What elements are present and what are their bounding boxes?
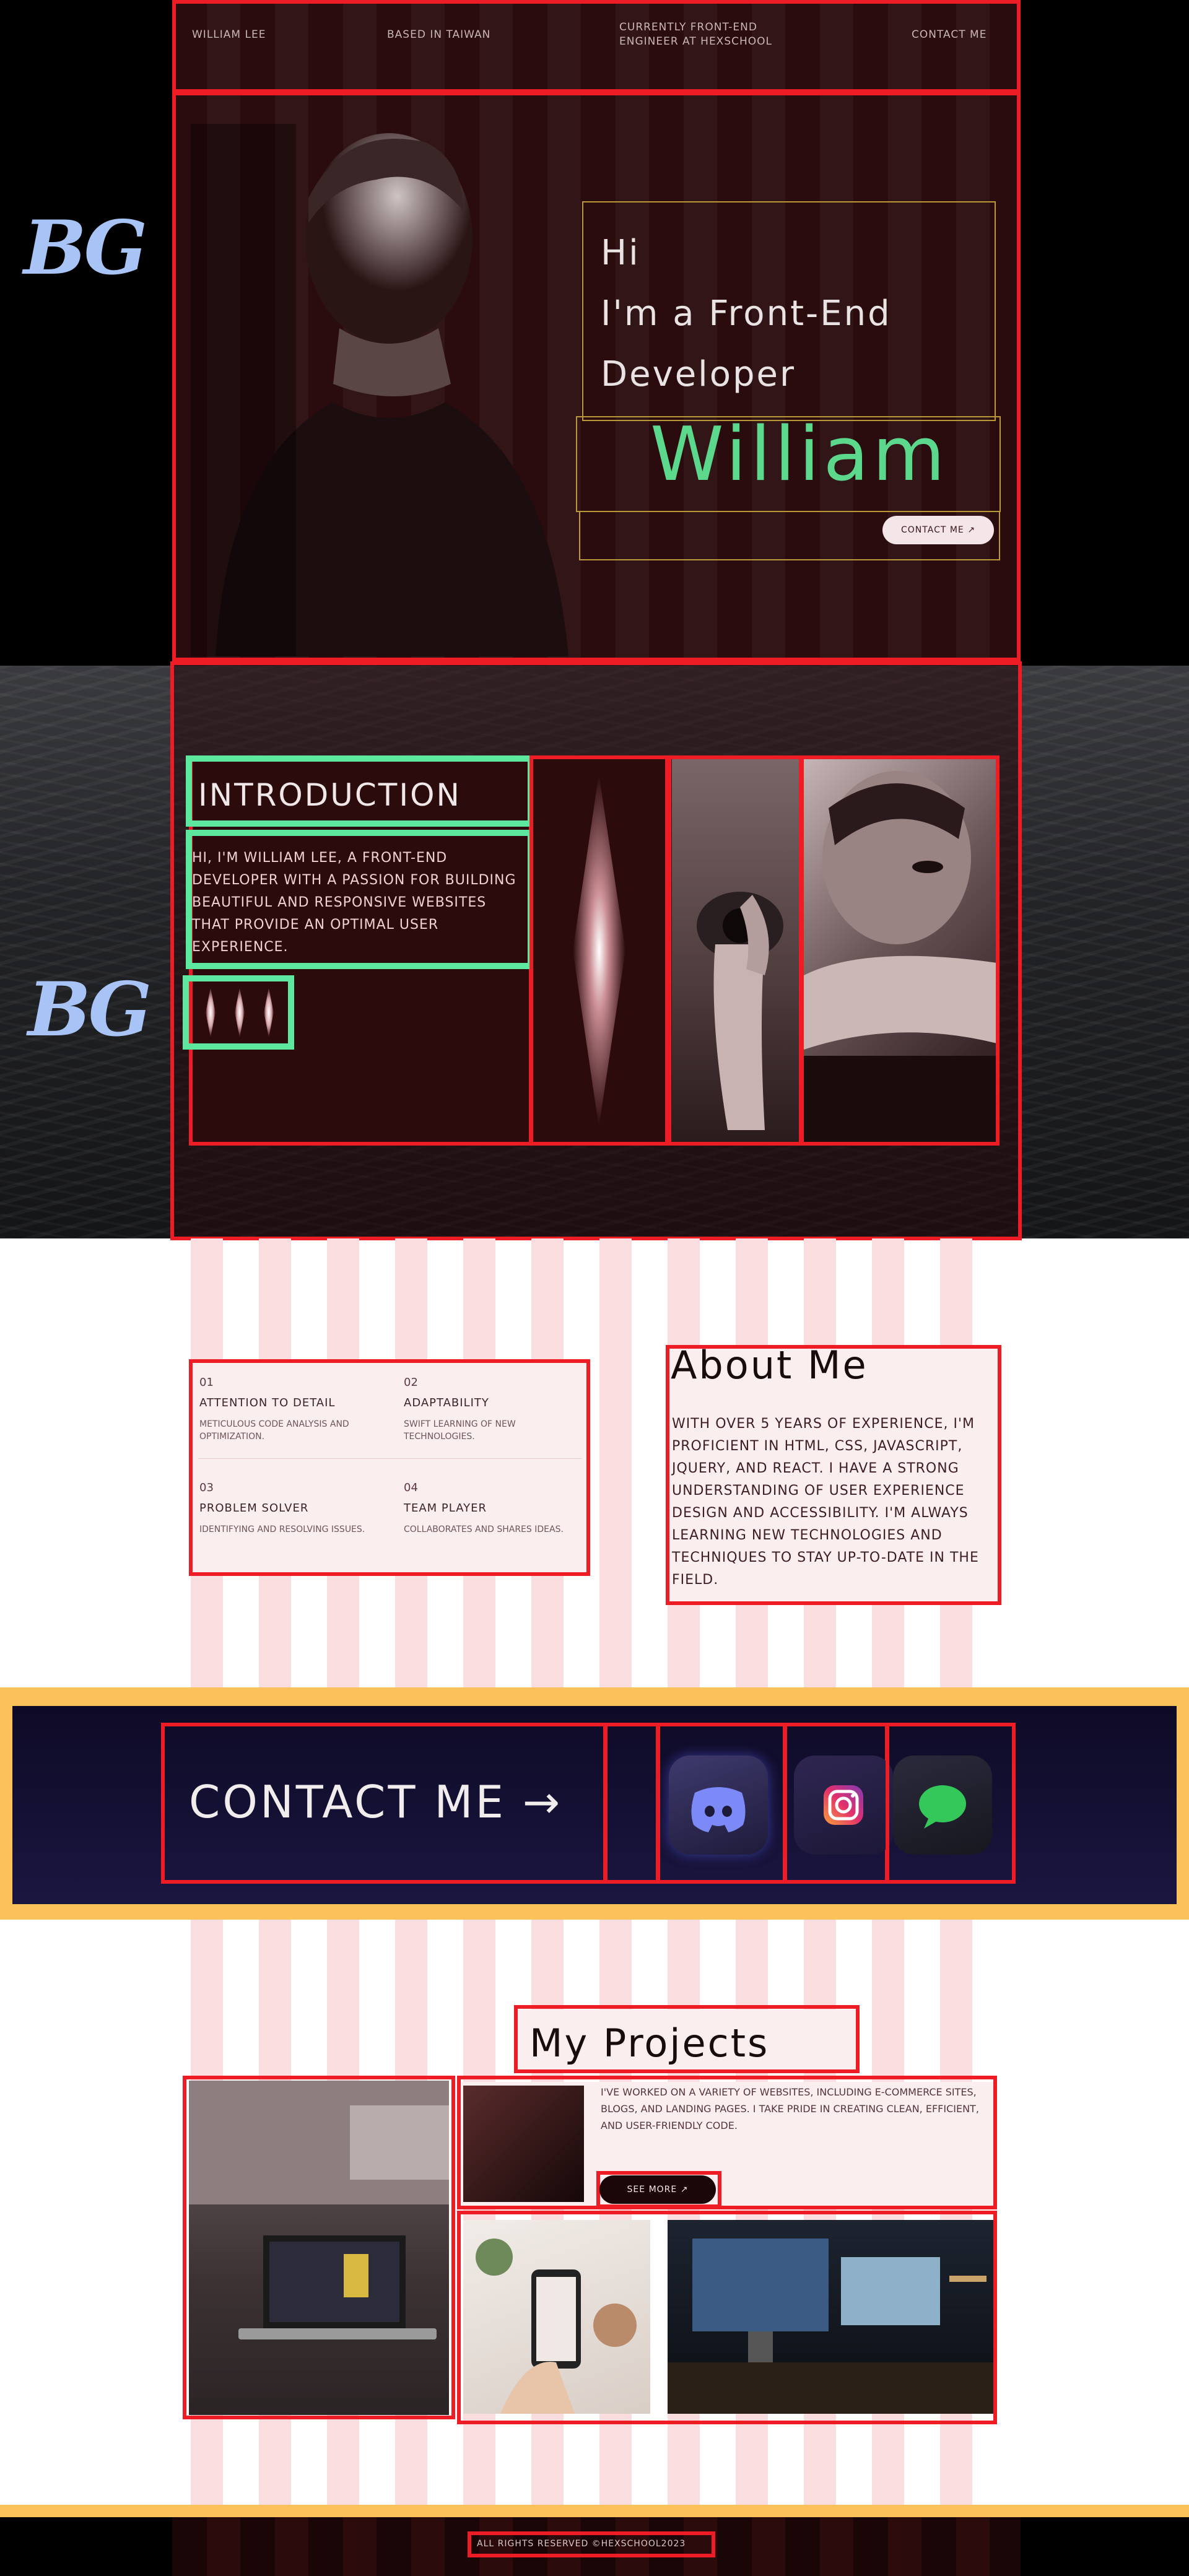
messages-button[interactable]: [893, 1756, 992, 1855]
annotation-camera-photo-box: [668, 755, 803, 1146]
trait-title: Team Player: [404, 1502, 487, 1515]
projects-title: My Projects: [529, 2021, 770, 2066]
trait-title: Adaptability: [404, 1396, 489, 1409]
hero-greeting-line3: Developer: [601, 354, 796, 394]
annotation-laptop-photo-box: [183, 2076, 455, 2419]
about-body: With over 5 years of experience, I'm pro…: [672, 1416, 979, 1588]
discord-icon: [691, 1787, 746, 1832]
annotation-bg-label-mid: BG: [28, 966, 152, 1053]
annotation-nav-box: [172, 0, 1021, 93]
trait-description: Collaborates and shares ideas.: [404, 1525, 564, 1534]
diamond-decoration-icon: [206, 988, 274, 1037]
hero-greeting: Hi I'm a Front-End Developer: [601, 223, 892, 405]
trait-description: Identifying and resolving issues.: [199, 1525, 365, 1534]
intro-body: Hi, I'm William Lee, a Front-End Develop…: [192, 850, 516, 955]
annotation-closeup-photo-box: [800, 755, 1000, 1146]
annotation-bg-label-top: BG: [24, 204, 147, 292]
nav-location: Based in Taiwan: [387, 28, 491, 41]
nav-contact-link[interactable]: Contact Me: [912, 28, 986, 42]
nav-role: Currently Front-End Engineer at Hexschoo…: [619, 21, 773, 48]
trait-description: Meticulous code analysis and optimizatio…: [199, 1419, 349, 1442]
discord-button[interactable]: [669, 1756, 768, 1855]
hero-greeting-line1: Hi: [601, 233, 640, 273]
trait-title: Attention to Detail: [199, 1396, 336, 1409]
annotation-traits-box: [189, 1359, 590, 1576]
trait-description: Swift learning of new technologies.: [404, 1419, 516, 1442]
traits-divider: [198, 1458, 582, 1459]
hero-greeting-line2: I'm a Front-End: [601, 294, 892, 334]
instagram-button[interactable]: [794, 1756, 893, 1855]
trait-title: Problem Solver: [199, 1502, 309, 1515]
annotation-project-summary-box: [457, 2076, 997, 2209]
annotation-project-gallery-box: [457, 2211, 997, 2424]
trait-number: 02: [404, 1376, 418, 1389]
instagram-icon: [824, 1785, 863, 1825]
nav-name[interactable]: William Lee: [192, 28, 266, 42]
hero-name: William: [650, 412, 949, 498]
about-title: About Me: [671, 1342, 868, 1388]
footer-copyright: All rights reserved ©HexSchool2023: [477, 2539, 686, 2549]
messages-icon: [919, 1785, 966, 1829]
trait-number: 04: [404, 1481, 418, 1494]
contact-me-heading[interactable]: CONTACT ME →: [189, 1776, 562, 1828]
trait-number: 03: [199, 1481, 214, 1494]
annotation-spacer-box: [604, 1723, 660, 1884]
annotation-diamond-panel-box: [529, 755, 669, 1146]
trait-number: 01: [199, 1376, 214, 1389]
intro-title: Introduction: [198, 777, 461, 813]
hero-contact-button[interactable]: Contact Me ↗: [882, 516, 994, 544]
